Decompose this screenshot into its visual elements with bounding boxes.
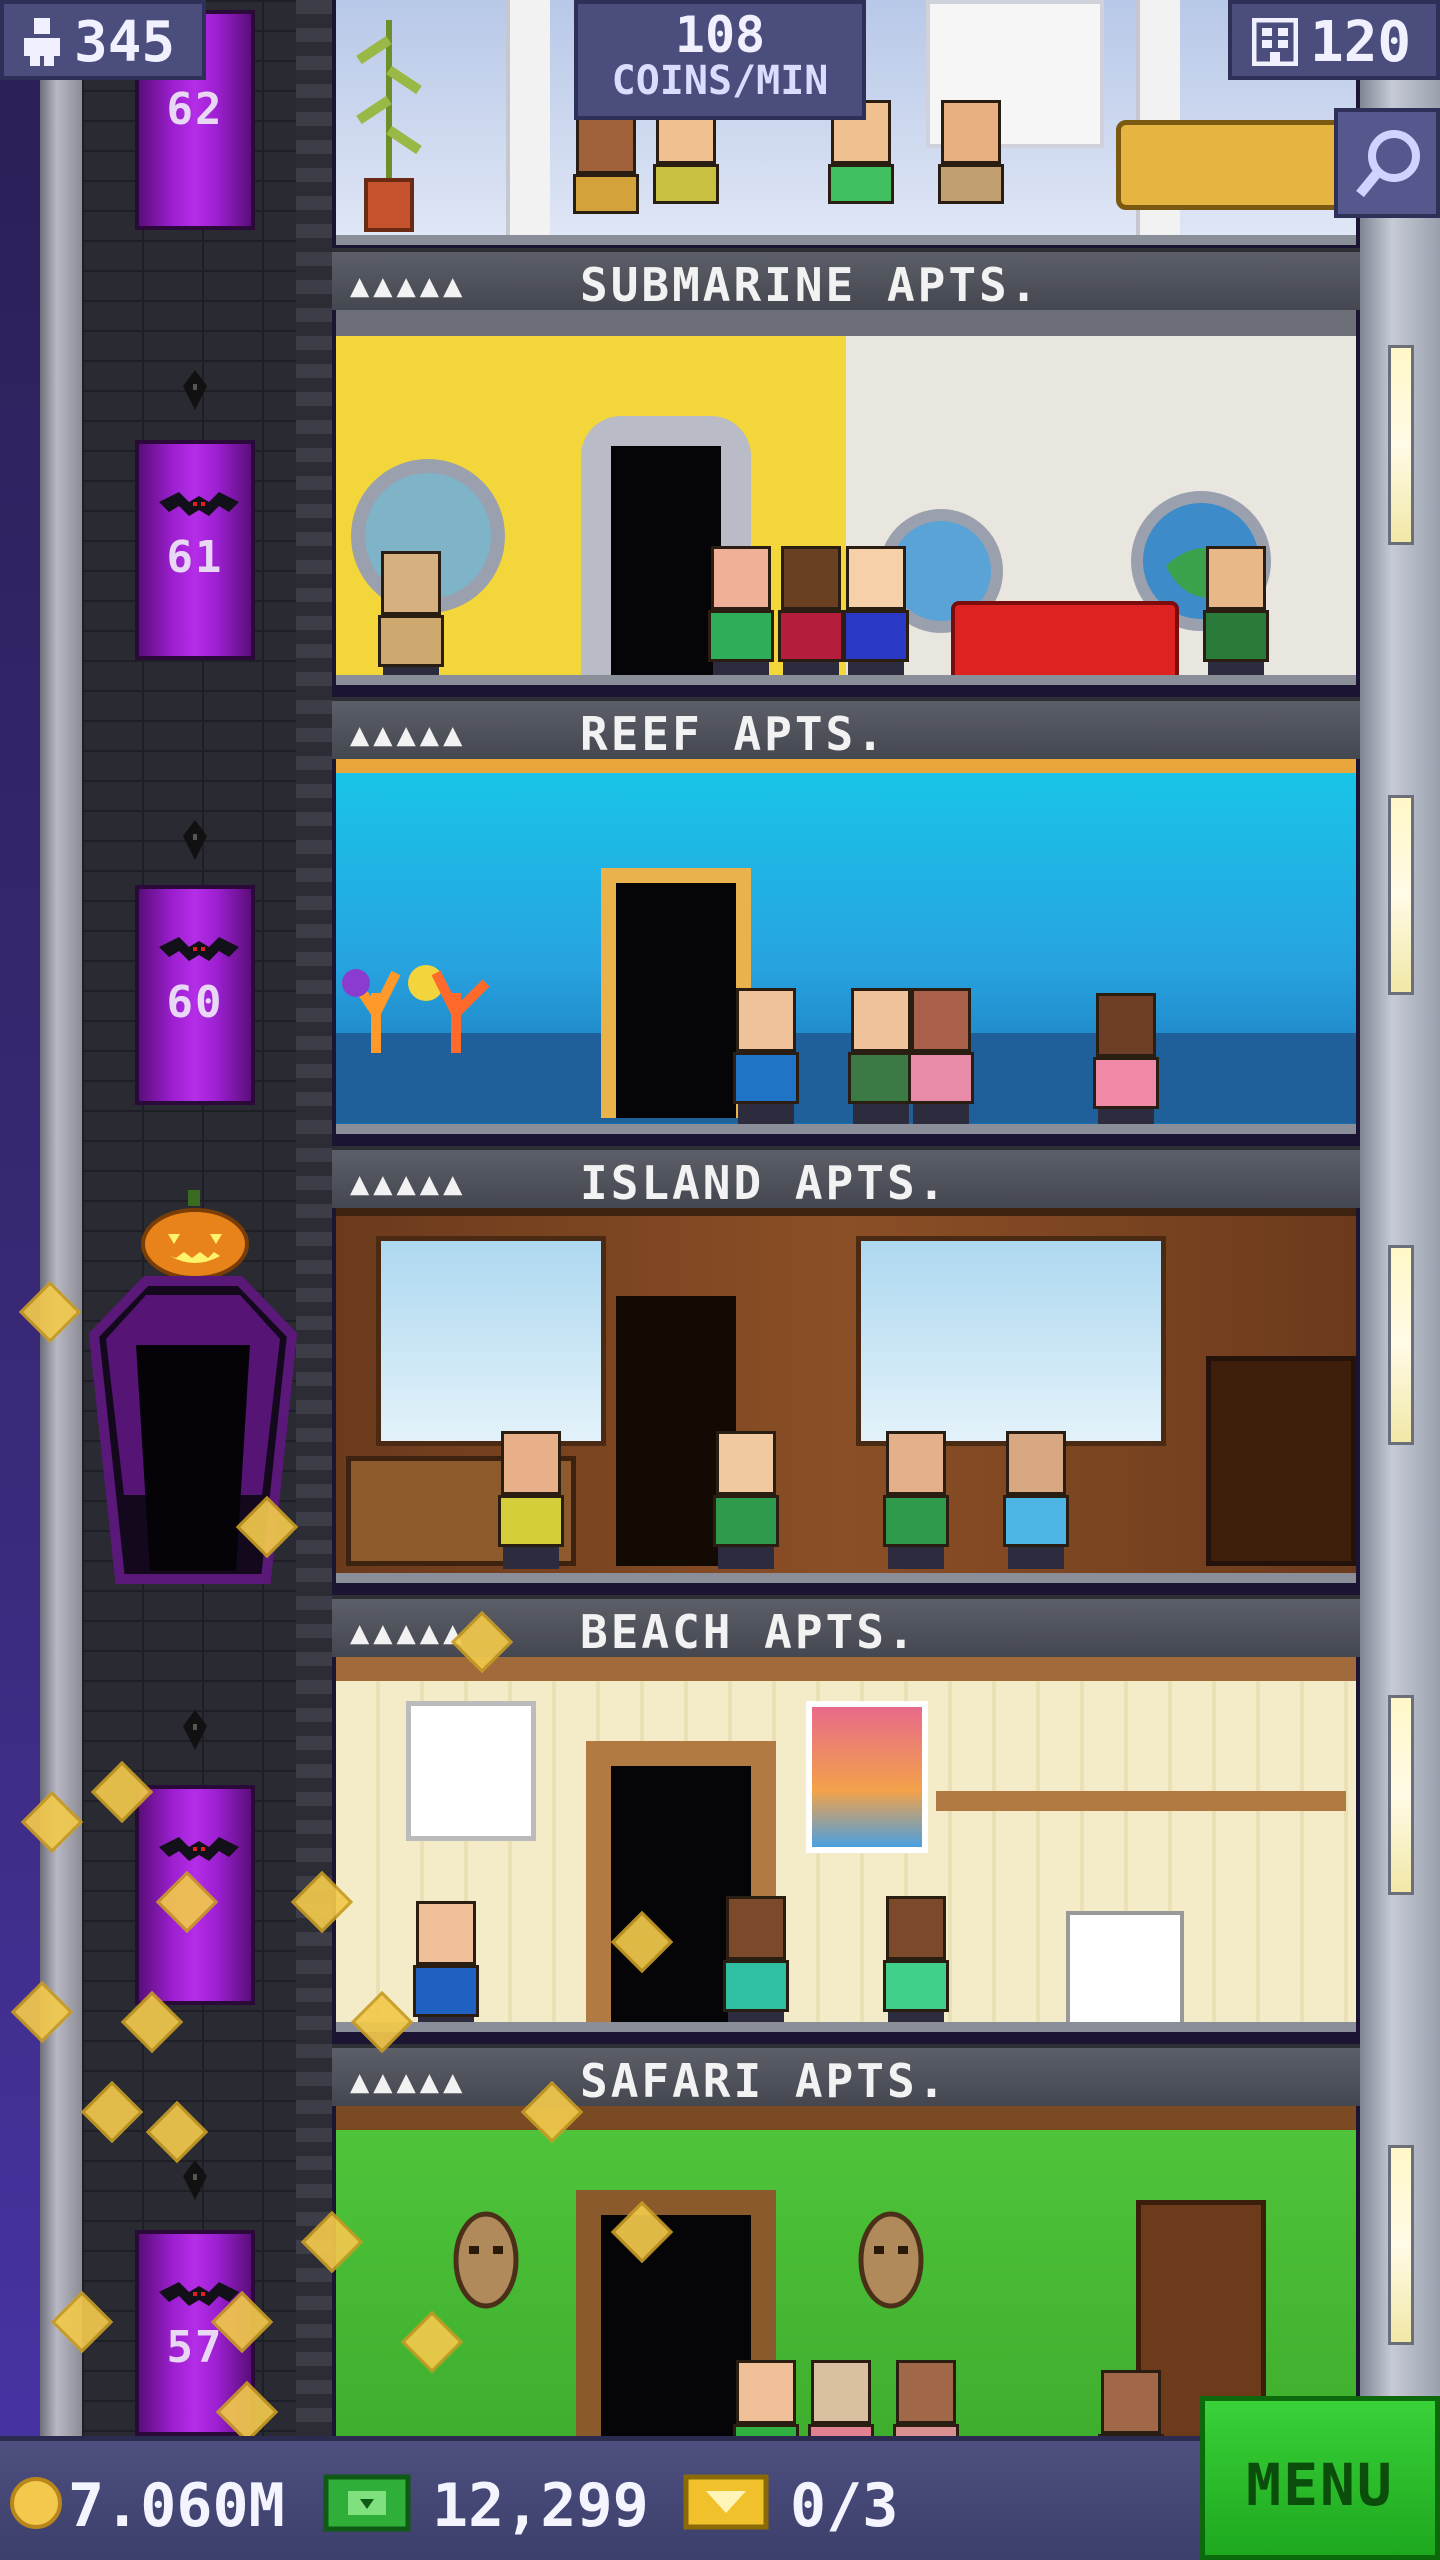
floor-label-submarine[interactable]: ▲▲▲▲▲ SUBMARINE APTS.: [332, 248, 1360, 312]
tower-window: [1388, 2145, 1414, 2345]
resident[interactable]: [571, 110, 641, 214]
floor-room-safari[interactable]: [336, 2106, 1356, 2436]
wall-shelf: [936, 1791, 1346, 1811]
night-sky: [0, 0, 40, 2560]
bat-icon: [159, 937, 239, 961]
resident[interactable]: [721, 1896, 791, 2022]
tribal-mask-icon: [453, 2211, 519, 2309]
resident[interactable]: [881, 1896, 951, 2022]
potted-plant-icon: [356, 20, 422, 232]
bat-icon: [159, 492, 239, 516]
sofa: [1116, 120, 1346, 210]
resident[interactable]: [881, 1431, 951, 1569]
resident[interactable]: [711, 1431, 781, 1569]
tower-left-pillar: [40, 0, 82, 2560]
population-counter[interactable]: 345: [0, 0, 206, 80]
bux-icon: [323, 2474, 411, 2532]
jack-o-lantern-icon: [141, 1190, 249, 1280]
resident[interactable]: [1201, 546, 1271, 675]
doorway: [611, 446, 721, 675]
elevator-floor-number: 60: [166, 977, 224, 1028]
doorway: [601, 2215, 751, 2436]
elevator-door-60[interactable]: 60: [135, 885, 255, 1105]
elevator-lamp-icon: [183, 820, 207, 860]
coin-icon: [10, 2477, 62, 2529]
floor-stars: ▲▲▲▲▲: [350, 266, 467, 304]
floor-stars: ▲▲▲▲▲: [350, 1164, 467, 1202]
menu-button[interactable]: MENU: [1200, 2396, 1440, 2560]
resident[interactable]: [1096, 2370, 1166, 2436]
resident[interactable]: [376, 551, 446, 675]
coins-per-min-value: 108: [674, 6, 766, 64]
tower-window: [1388, 1245, 1414, 1445]
red-sofa: [951, 601, 1179, 675]
ticket-icon: [683, 2474, 769, 2530]
coral-icon: [342, 965, 490, 1053]
person-icon: [24, 18, 60, 66]
magnifier-icon: [1356, 130, 1420, 198]
floor-stars: ▲▲▲▲▲: [350, 1613, 467, 1651]
search-button[interactable]: [1334, 108, 1440, 218]
floor-stars: ▲▲▲▲▲: [350, 715, 467, 753]
bookcase: [1066, 1911, 1184, 2022]
game-screen: 62 61 60 57 ▲▲▲▲▲ SUBMARINE APTS. ▲▲▲▲▲ …: [0, 0, 1440, 2560]
coins-per-min-unit: COINS/MIN: [611, 58, 829, 104]
floor-name: SUBMARINE APTS.: [580, 258, 1041, 312]
column: [506, 0, 550, 235]
floor-name: REEF APTS.: [580, 707, 887, 761]
resident[interactable]: [731, 988, 801, 1124]
floor-room-reef[interactable]: [336, 759, 1356, 1134]
elevator-lamp-icon: [183, 1710, 207, 1750]
resident[interactable]: [906, 988, 976, 1124]
resident[interactable]: [1001, 1431, 1071, 1569]
resident[interactable]: [806, 2360, 876, 2436]
resident[interactable]: [706, 546, 776, 675]
coins-balance: 7.060M: [68, 2471, 285, 2541]
doorway: [616, 883, 736, 1118]
tower-window: [1388, 1695, 1414, 1895]
bat-icon: [159, 1837, 239, 1861]
menu-button-label: MENU: [1246, 2451, 1394, 2519]
population-value: 345: [74, 10, 176, 75]
floor-label-reef[interactable]: ▲▲▲▲▲ REEF APTS.: [332, 697, 1360, 761]
floor-room-submarine[interactable]: [336, 310, 1356, 685]
resident[interactable]: [411, 1901, 481, 2022]
tower-window: [1388, 795, 1414, 995]
resident[interactable]: [891, 2360, 961, 2436]
tower-window: [1388, 345, 1414, 545]
floor-room-island[interactable]: [336, 1208, 1356, 1583]
wardrobe: [1206, 1356, 1356, 1566]
window: [376, 1236, 606, 1446]
bux-balance: 12,299: [432, 2471, 649, 2541]
elevator-rail: [296, 0, 332, 2560]
elevator-door-61[interactable]: 61: [135, 440, 255, 660]
window-shutter: [406, 1701, 536, 1841]
resident[interactable]: [496, 1431, 566, 1569]
floor-count[interactable]: 120: [1228, 0, 1440, 80]
floor-count-value: 120: [1310, 10, 1412, 75]
floor-label-island[interactable]: ▲▲▲▲▲ ISLAND APTS.: [332, 1146, 1360, 1210]
tribal-mask-icon: [858, 2211, 924, 2309]
sunset-poster: [806, 1701, 928, 1853]
resident[interactable]: [1091, 993, 1161, 1124]
resident[interactable]: [841, 546, 911, 675]
elevator-lamp-icon: [183, 370, 207, 410]
resident[interactable]: [776, 546, 846, 675]
resident[interactable]: [731, 2360, 801, 2436]
floor-name: SAFARI APTS.: [580, 2054, 949, 2108]
floor-name: ISLAND APTS.: [580, 1156, 949, 1210]
elevator-floor-number: 61: [166, 532, 224, 583]
floors-icon: [1252, 18, 1298, 66]
resident[interactable]: [936, 100, 1006, 204]
floor-name: BEACH APTS.: [580, 1605, 918, 1659]
elevator-floor-number: 62: [166, 84, 224, 135]
floor-label-safari[interactable]: ▲▲▲▲▲ SAFARI APTS.: [332, 2044, 1360, 2108]
elevator-lamp-icon: [183, 2160, 207, 2200]
coins-per-minute-panel: 108 COINS/MIN: [574, 0, 866, 120]
floor-room-beach[interactable]: [336, 1657, 1356, 2032]
floor-stars: ▲▲▲▲▲: [350, 2062, 467, 2100]
tickets-count: 0/3: [790, 2471, 899, 2541]
window: [856, 1236, 1166, 1446]
